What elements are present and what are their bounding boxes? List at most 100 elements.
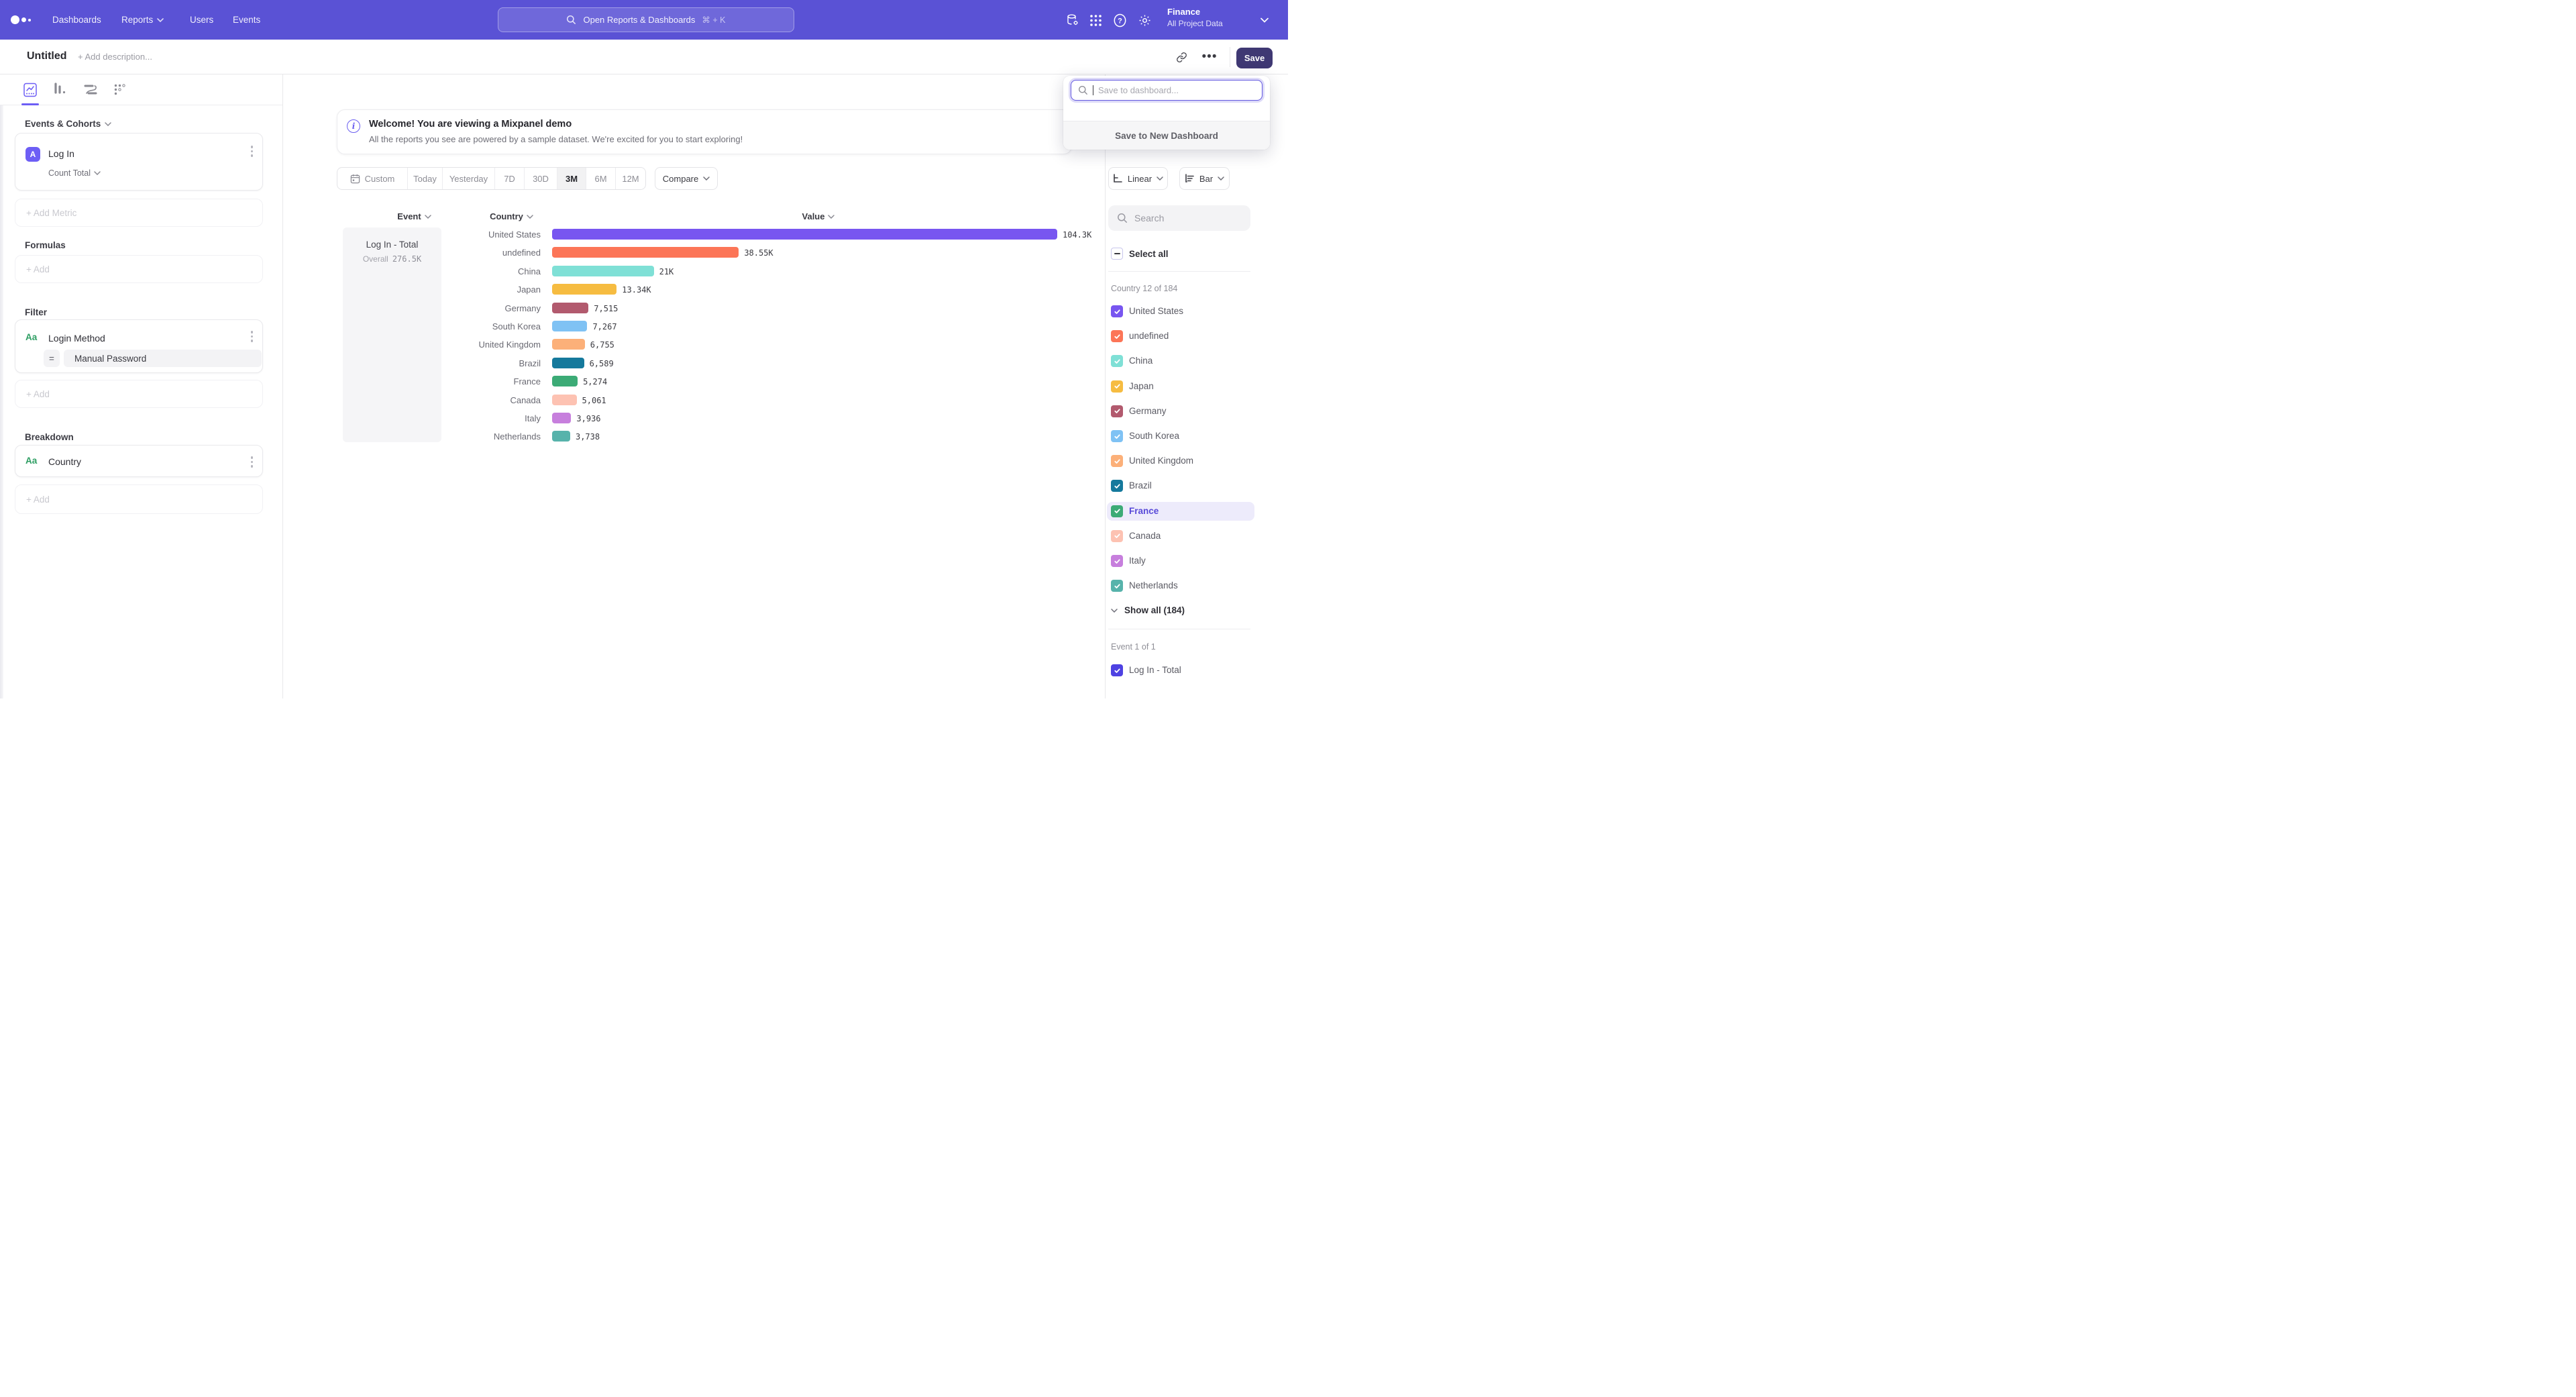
event-series-panel[interactable]: Log In - Total Overall276.5K bbox=[343, 227, 441, 442]
show-all-toggle[interactable]: Show all (184) bbox=[1111, 605, 1185, 615]
bar-segment[interactable] bbox=[552, 303, 588, 313]
chart-type-selector[interactable]: Bar bbox=[1179, 167, 1230, 190]
tab-insights[interactable] bbox=[20, 80, 40, 100]
range-yesterday[interactable]: Yesterday bbox=[443, 168, 495, 189]
bar-segment[interactable] bbox=[552, 339, 585, 350]
event-checkbox-label[interactable]: Log In - Total bbox=[1129, 665, 1181, 675]
country-checkbox[interactable] bbox=[1111, 480, 1123, 492]
country-checkbox[interactable] bbox=[1111, 330, 1123, 342]
segment-search-input[interactable]: Search bbox=[1108, 205, 1250, 231]
save-button[interactable]: Save bbox=[1236, 48, 1273, 68]
filter-operator[interactable]: = bbox=[44, 350, 60, 367]
metric-kebab-icon[interactable] bbox=[251, 146, 254, 157]
more-options-icon[interactable]: ••• bbox=[1199, 47, 1220, 67]
bar-segment[interactable] bbox=[552, 284, 616, 295]
country-checkbox-label[interactable]: undefined bbox=[1129, 331, 1169, 341]
nav-reports[interactable]: Reports bbox=[121, 0, 164, 40]
country-checkbox-label[interactable]: Japan bbox=[1129, 381, 1154, 391]
country-checkbox[interactable] bbox=[1111, 430, 1123, 442]
dashboard-search-input[interactable]: Save to dashboard... bbox=[1071, 80, 1263, 101]
country-checkbox[interactable] bbox=[1111, 505, 1123, 517]
bar-segment[interactable] bbox=[552, 431, 570, 442]
filter-kebab-icon[interactable] bbox=[251, 331, 254, 342]
scale-selector[interactable]: Linear bbox=[1108, 167, 1168, 190]
country-checkbox-label[interactable]: Italy bbox=[1129, 556, 1146, 566]
bar-segment[interactable] bbox=[552, 376, 578, 386]
country-checkbox[interactable] bbox=[1111, 405, 1123, 417]
data-management-icon[interactable] bbox=[1065, 13, 1080, 28]
country-checkbox-label[interactable]: South Korea bbox=[1129, 431, 1179, 441]
filter-property-name[interactable]: Login Method bbox=[48, 333, 105, 344]
save-to-new-dashboard-button[interactable]: Save to New Dashboard bbox=[1063, 121, 1270, 150]
metric-card-log-in[interactable]: A Log In Count Total bbox=[15, 133, 263, 191]
add-formula-button[interactable]: + Add bbox=[15, 255, 263, 283]
range-custom[interactable]: Custom bbox=[337, 168, 408, 189]
select-all-checkbox[interactable] bbox=[1111, 248, 1123, 260]
nav-users[interactable]: Users bbox=[190, 0, 213, 40]
breakdown-card-country[interactable]: Aa Country bbox=[15, 445, 263, 477]
select-all-label[interactable]: Select all bbox=[1129, 249, 1169, 259]
country-checkbox[interactable] bbox=[1111, 380, 1123, 393]
bar-segment[interactable] bbox=[552, 358, 584, 368]
bar-segment[interactable] bbox=[552, 395, 577, 405]
tab-funnels[interactable] bbox=[50, 80, 70, 100]
project-switcher[interactable]: Finance All Project Data bbox=[1167, 7, 1223, 28]
bar-segment[interactable] bbox=[552, 266, 654, 276]
filter-value[interactable]: Manual Password bbox=[64, 350, 262, 367]
country-checkbox-label[interactable]: Germany bbox=[1129, 406, 1167, 416]
range-3m[interactable]: 3M bbox=[557, 168, 586, 189]
country-checkbox[interactable] bbox=[1111, 455, 1123, 467]
country-checkbox-label[interactable]: United Kingdom bbox=[1129, 456, 1193, 466]
range-today[interactable]: Today bbox=[408, 168, 443, 189]
country-checkbox[interactable] bbox=[1111, 530, 1123, 542]
country-checkbox[interactable] bbox=[1111, 580, 1123, 592]
bar-segment[interactable] bbox=[552, 229, 1057, 240]
tab-flows[interactable] bbox=[80, 80, 101, 100]
country-checkbox-label[interactable]: Canada bbox=[1129, 531, 1161, 541]
breakdown-property-name[interactable]: Country bbox=[48, 456, 81, 467]
country-checkbox-label[interactable]: United States bbox=[1129, 306, 1183, 316]
bar-segment[interactable] bbox=[552, 321, 587, 331]
nav-dashboards[interactable]: Dashboards bbox=[52, 0, 101, 40]
report-title[interactable]: Untitled bbox=[27, 50, 67, 62]
bar-row-label: Brazil bbox=[429, 358, 541, 368]
column-header-country[interactable]: Country bbox=[470, 211, 553, 221]
mixpanel-logo[interactable] bbox=[11, 14, 35, 26]
country-checkbox-label[interactable]: Netherlands bbox=[1129, 580, 1178, 590]
help-icon[interactable]: ? bbox=[1112, 13, 1127, 28]
range-7d[interactable]: 7D bbox=[495, 168, 525, 189]
column-header-event[interactable]: Event bbox=[376, 211, 453, 221]
column-header-value[interactable]: Value bbox=[778, 211, 859, 221]
range-30d[interactable]: 30D bbox=[525, 168, 557, 189]
apps-grid-icon[interactable] bbox=[1088, 13, 1103, 28]
add-breakdown-button[interactable]: + Add bbox=[15, 484, 263, 514]
copy-link-icon[interactable] bbox=[1171, 47, 1191, 67]
bar-row-label: Canada bbox=[429, 395, 541, 405]
add-metric-button[interactable]: + Add Metric bbox=[15, 199, 263, 227]
country-checkbox-label[interactable]: France bbox=[1129, 506, 1159, 516]
range-12m[interactable]: 12M bbox=[616, 168, 645, 189]
range-6m[interactable]: 6M bbox=[586, 168, 616, 189]
country-checkbox[interactable] bbox=[1111, 355, 1123, 367]
global-search-shortcut: ⌘ + K bbox=[702, 15, 725, 25]
bar-segment[interactable] bbox=[552, 247, 739, 258]
filter-card-login-method[interactable]: Aa Login Method = Manual Password bbox=[15, 319, 263, 373]
metric-aggregation[interactable]: Count Total bbox=[48, 168, 101, 178]
add-filter-button[interactable]: + Add bbox=[15, 380, 263, 408]
breakdown-kebab-icon[interactable] bbox=[251, 456, 254, 468]
country-checkbox-label[interactable]: China bbox=[1129, 356, 1152, 366]
country-checkbox[interactable] bbox=[1111, 555, 1123, 567]
country-checkbox[interactable] bbox=[1111, 305, 1123, 317]
event-checkbox[interactable] bbox=[1111, 664, 1123, 676]
events-cohorts-header[interactable]: Events & Cohorts bbox=[25, 119, 111, 129]
global-search[interactable]: Open Reports & Dashboards ⌘ + K bbox=[498, 7, 794, 32]
add-description[interactable]: + Add description... bbox=[78, 52, 152, 62]
nav-events[interactable]: Events bbox=[233, 0, 260, 40]
metric-name[interactable]: Log In bbox=[48, 148, 74, 159]
country-checkbox-label[interactable]: Brazil bbox=[1129, 480, 1152, 490]
project-chevron-icon[interactable] bbox=[1260, 17, 1269, 23]
settings-gear-icon[interactable] bbox=[1137, 13, 1152, 28]
bar-segment[interactable] bbox=[552, 413, 571, 423]
compare-button[interactable]: Compare bbox=[655, 167, 718, 190]
tab-retention[interactable] bbox=[110, 80, 130, 100]
